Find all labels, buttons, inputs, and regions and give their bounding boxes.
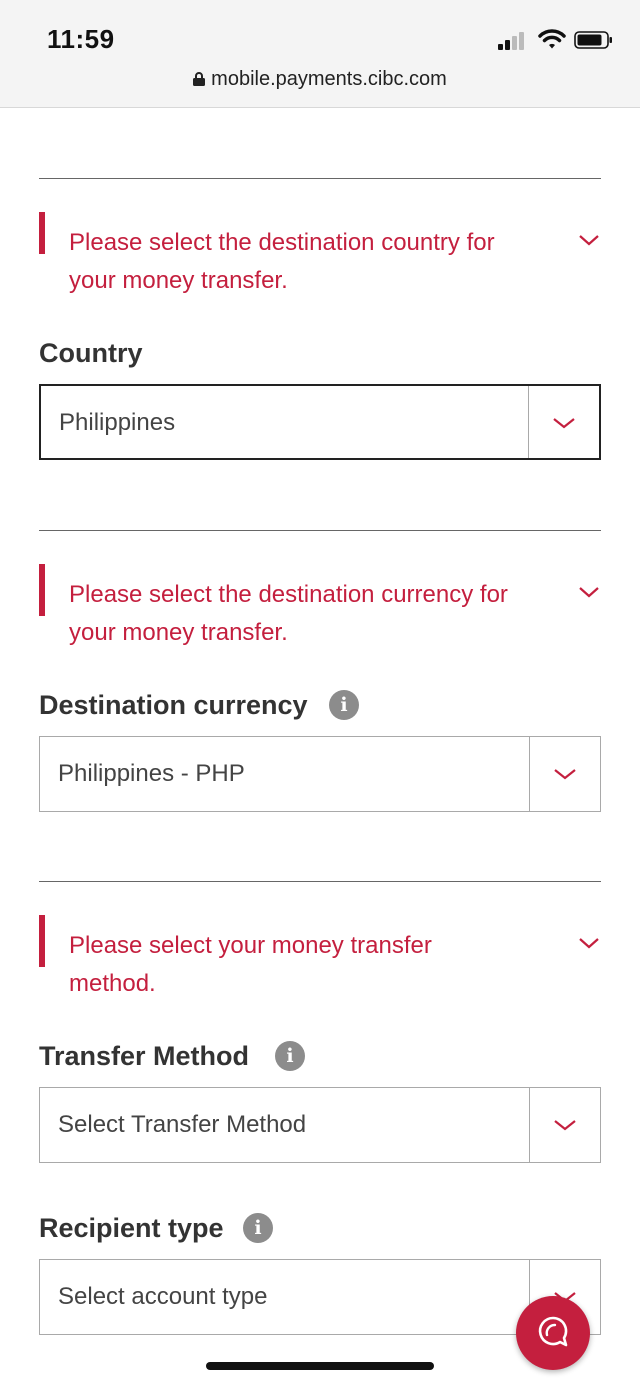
section-divider	[39, 178, 601, 179]
battery-icon	[574, 31, 612, 49]
method-alert-text: Please select your money transfer method…	[69, 932, 432, 997]
browser-top-bar: 11:59 mobile.payments.cibc.com	[0, 0, 640, 108]
currency-select[interactable]: Philippines - PHP	[39, 736, 601, 812]
country-alert-text: Please select the destination country fo…	[69, 229, 495, 294]
chat-button[interactable]	[516, 1296, 590, 1370]
currency-alert[interactable]: Please select the destination currency f…	[39, 564, 601, 652]
currency-label: Destination currency	[39, 690, 308, 720]
chevron-down-icon[interactable]	[577, 584, 601, 600]
country-select[interactable]: Philippines	[39, 384, 601, 460]
home-indicator[interactable]	[206, 1362, 434, 1370]
select-separator	[529, 1088, 530, 1162]
info-icon[interactable]: i	[329, 690, 359, 720]
chevron-down-icon[interactable]	[577, 935, 601, 951]
address-bar[interactable]: mobile.payments.cibc.com	[0, 68, 640, 91]
chevron-down-icon	[553, 418, 575, 429]
alert-bar	[39, 564, 45, 616]
country-alert[interactable]: Please select the destination country fo…	[39, 212, 601, 300]
recipient-select-placeholder: Select account type	[58, 1283, 268, 1310]
recipient-label: Recipient type	[39, 1213, 224, 1243]
method-alert[interactable]: Please select your money transfer method…	[39, 915, 601, 1003]
method-label: Transfer Method	[39, 1041, 250, 1071]
chat-icon	[538, 1316, 568, 1347]
status-icons	[494, 28, 614, 52]
alert-bar	[39, 915, 45, 967]
select-separator	[528, 386, 529, 458]
select-separator	[529, 737, 530, 811]
chevron-down-icon[interactable]	[577, 232, 601, 248]
method-select[interactable]: Select Transfer Method	[39, 1087, 601, 1163]
chevron-down-icon	[554, 769, 576, 780]
info-icon[interactable]: i	[275, 1041, 305, 1071]
method-select-placeholder: Select Transfer Method	[58, 1111, 307, 1138]
country-label: Country	[39, 338, 143, 368]
currency-select-value: Philippines - PHP	[58, 760, 245, 787]
url-text: mobile.payments.cibc.com	[211, 68, 447, 90]
section-divider	[39, 881, 601, 882]
info-icon[interactable]: i	[243, 1213, 273, 1243]
lock-icon	[193, 72, 206, 86]
wifi-icon	[538, 29, 566, 49]
country-select-value: Philippines	[59, 409, 176, 436]
status-time: 11:59	[47, 24, 115, 54]
currency-alert-text: Please select the destination currency f…	[69, 581, 508, 646]
cellular-signal-icon	[498, 32, 528, 50]
section-divider	[39, 530, 601, 531]
alert-bar	[39, 212, 45, 254]
chevron-down-icon	[554, 1120, 576, 1131]
